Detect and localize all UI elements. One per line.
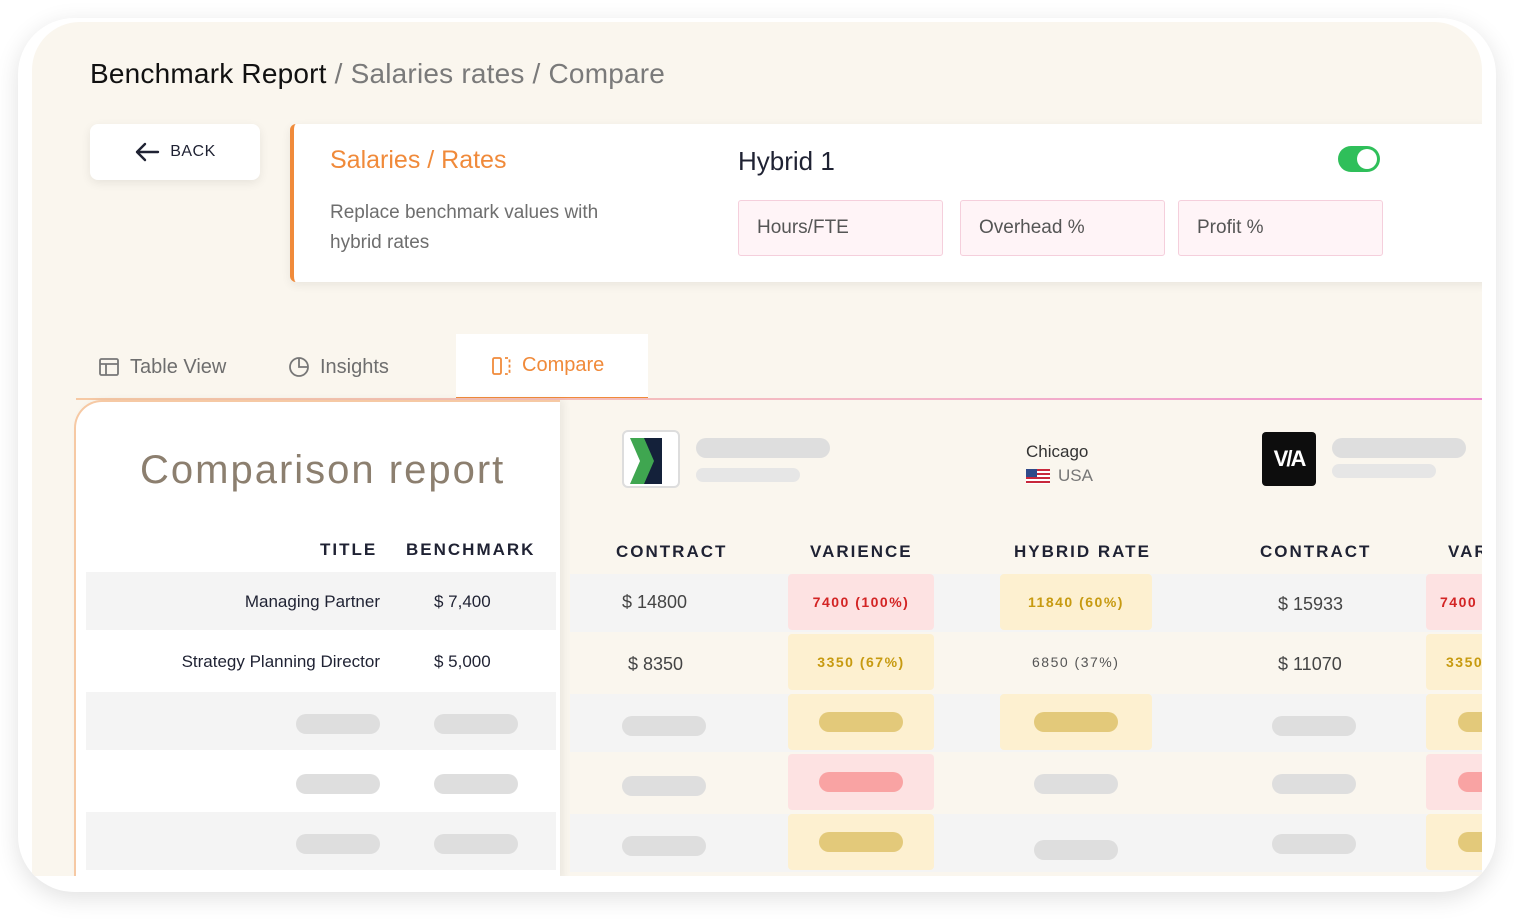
table-row[interactable]: Managing Partner $ 7,400 bbox=[86, 572, 556, 630]
skeleton-badge bbox=[1000, 694, 1152, 750]
contract-2-value: $ 11070 bbox=[1278, 654, 1342, 674]
contract-column-header[interactable]: CONTRACT bbox=[616, 542, 727, 562]
compare-row[interactable]: $ 8350 3350 (67%) 6850 (37%) $ 11070 335… bbox=[570, 634, 1482, 692]
title-column-header[interactable]: TITLE bbox=[320, 540, 377, 560]
panel-description: Replace benchmark values with hybrid rat… bbox=[330, 202, 599, 253]
placeholder-row bbox=[86, 812, 556, 870]
hybrid-rate-column-header[interactable]: HYBRID RATE bbox=[1014, 542, 1151, 562]
skeleton-pill bbox=[1034, 840, 1118, 860]
skeleton-pill bbox=[296, 714, 380, 734]
contract-value: $ 8350 bbox=[628, 654, 684, 674]
table-row[interactable]: Strategy Planning Director $ 5,000 bbox=[86, 632, 556, 690]
tab-label: Insights bbox=[320, 355, 389, 378]
hybrid-title: Hybrid 1 bbox=[738, 146, 835, 176]
skeleton-pill bbox=[1034, 774, 1118, 794]
contract-2-value: $ 15933 bbox=[1278, 594, 1344, 614]
overhead-field[interactable]: Overhead % bbox=[960, 200, 1165, 256]
variance-2-badge: 3350 bbox=[1426, 634, 1482, 690]
row-title: Strategy Planning Director bbox=[181, 652, 380, 671]
contract-2-column-header[interactable]: CONTRACT bbox=[1260, 542, 1371, 562]
tab-compare[interactable]: Compare bbox=[456, 334, 648, 400]
skeleton-pill bbox=[434, 834, 518, 854]
breadcrumb: Benchmark Report / Salaries rates / Comp… bbox=[90, 58, 665, 90]
skeleton-badge bbox=[1426, 814, 1482, 870]
location-country: USA bbox=[1026, 466, 1093, 486]
skeleton-pill bbox=[696, 438, 830, 458]
breadcrumb-current[interactable]: Benchmark Report bbox=[90, 58, 327, 89]
company-logo-2[interactable]: V/A bbox=[1262, 432, 1316, 486]
skeleton-badge bbox=[788, 814, 934, 870]
placeholder-row bbox=[86, 752, 556, 810]
skeleton-pill bbox=[296, 774, 380, 794]
tab-label: Compare bbox=[522, 354, 605, 376]
skeleton-pill bbox=[622, 716, 706, 736]
tab-insights[interactable]: Insights bbox=[274, 334, 403, 400]
skeleton-badge bbox=[788, 694, 934, 750]
skeleton-pill bbox=[434, 714, 518, 734]
company-logo-1-mark bbox=[630, 438, 662, 484]
hybrid-toggle[interactable] bbox=[1338, 146, 1380, 172]
skeleton-pill bbox=[1272, 774, 1356, 794]
comparison-card: Comparison report TITLE BENCHMARK Managi… bbox=[74, 400, 560, 876]
placeholder-row bbox=[86, 692, 556, 750]
skeleton-pill bbox=[819, 772, 903, 792]
skeleton-pill bbox=[1458, 772, 1482, 792]
contract-value: $ 14800 bbox=[622, 592, 688, 612]
skeleton-pill bbox=[1332, 464, 1436, 478]
placeholder-row bbox=[570, 694, 1482, 752]
app-canvas: Benchmark Report / Salaries rates / Comp… bbox=[32, 22, 1482, 876]
hybrid-rate-badge: 11840 (60%) bbox=[1000, 574, 1152, 630]
table-icon bbox=[99, 358, 119, 376]
tab-table-view[interactable]: Table View bbox=[84, 334, 240, 400]
skeleton-pill bbox=[622, 836, 706, 856]
compare-panel: Chicago USA V/A CONTRACT VARIENCE HYBRID… bbox=[570, 400, 1482, 876]
arrow-left-icon bbox=[136, 142, 160, 162]
skeleton-badge bbox=[1426, 754, 1482, 810]
skeleton-pill bbox=[622, 776, 706, 796]
breadcrumb-trail[interactable]: / Salaries rates / Compare bbox=[327, 58, 665, 89]
app-frame: Benchmark Report / Salaries rates / Comp… bbox=[18, 18, 1496, 892]
compare-columns-icon bbox=[492, 356, 511, 375]
compare-row[interactable]: $ 14800 7400 (100%) 11840 (60%) $ 15933 … bbox=[570, 574, 1482, 632]
variance-2-column-header[interactable]: VAR bbox=[1448, 542, 1482, 562]
row-benchmark: $ 7,400 bbox=[434, 592, 491, 611]
settings-panel: Salaries / Rates Replace benchmark value… bbox=[290, 124, 1482, 282]
company-logo-1[interactable] bbox=[622, 430, 680, 488]
location-country-text: USA bbox=[1058, 466, 1093, 485]
skeleton-pill bbox=[1458, 832, 1482, 852]
row-benchmark: $ 5,000 bbox=[434, 652, 491, 671]
variance-column-header[interactable]: VARIENCE bbox=[810, 542, 913, 562]
us-flag-icon bbox=[1026, 468, 1050, 484]
tab-label: Table View bbox=[130, 355, 227, 378]
hybrid-rate-value: 6850 (37%) bbox=[1032, 654, 1120, 670]
panel-title: Salaries / Rates bbox=[330, 146, 507, 174]
skeleton-pill bbox=[434, 774, 518, 794]
comparison-title: Comparison report bbox=[140, 448, 506, 492]
back-button[interactable]: BACK bbox=[90, 124, 260, 180]
placeholder-row bbox=[570, 754, 1482, 812]
skeleton-pill bbox=[1272, 834, 1356, 854]
skeleton-pill bbox=[1332, 438, 1466, 458]
skeleton-pill bbox=[696, 468, 800, 482]
back-label: BACK bbox=[170, 143, 216, 160]
skeleton-pill bbox=[1458, 712, 1482, 732]
benchmark-column-header[interactable]: BENCHMARK bbox=[406, 540, 535, 560]
skeleton-pill bbox=[819, 832, 903, 852]
toggle-knob bbox=[1357, 149, 1377, 169]
skeleton-pill bbox=[819, 712, 903, 732]
skeleton-badge bbox=[1426, 694, 1482, 750]
variance-badge: 3350 (67%) bbox=[788, 634, 934, 690]
location-city: Chicago bbox=[1026, 442, 1089, 461]
variance-badge: 7400 (100%) bbox=[788, 574, 934, 630]
variance-2-badge: 7400 bbox=[1426, 574, 1482, 630]
skeleton-pill bbox=[1272, 716, 1356, 736]
row-title: Managing Partner bbox=[244, 592, 380, 611]
skeleton-pill bbox=[296, 834, 380, 854]
skeleton-badge bbox=[788, 754, 934, 810]
placeholder-row bbox=[570, 814, 1482, 872]
pie-chart-icon bbox=[289, 357, 309, 377]
skeleton-pill bbox=[1034, 712, 1118, 732]
hours-fte-field[interactable]: Hours/FTE bbox=[738, 200, 943, 256]
profit-field[interactable]: Profit % bbox=[1178, 200, 1383, 256]
